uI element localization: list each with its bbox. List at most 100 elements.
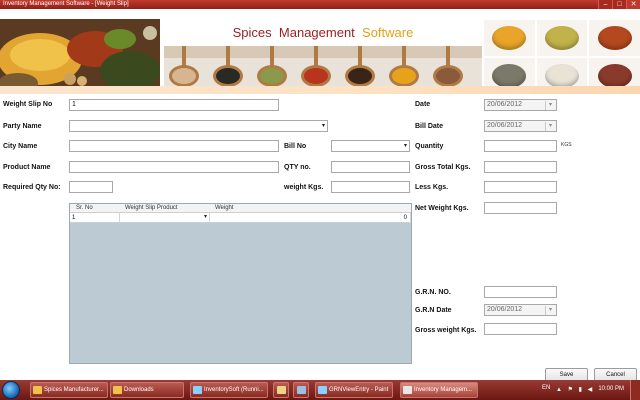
calendar-dropdown-icon[interactable]: ▾ bbox=[545, 306, 555, 315]
cell-weight[interactable]: 0 bbox=[210, 213, 411, 223]
spice-powder bbox=[544, 64, 579, 88]
weight-slip-no-input[interactable]: 1 bbox=[69, 99, 279, 111]
spice-powder bbox=[597, 26, 632, 50]
gross-total-label: Gross Total Kgs. bbox=[415, 164, 471, 171]
calendar-dropdown-icon[interactable]: ▾ bbox=[545, 122, 555, 131]
cell-product-select[interactable]: ▾ bbox=[120, 213, 210, 223]
minimize-button[interactable]: – bbox=[598, 0, 612, 9]
taskbar-item-label: Inventory Managem... bbox=[414, 387, 473, 393]
taskbar-item-label: Downloads bbox=[124, 387, 154, 393]
taskbar-item-explorer[interactable] bbox=[273, 382, 289, 398]
browser-icon bbox=[33, 386, 42, 394]
chevron-down-icon: ▾ bbox=[203, 214, 207, 220]
window-title: Inventory Management Software - [Weight … bbox=[3, 1, 129, 7]
spices-photo-art bbox=[0, 19, 160, 95]
gross-weight-label: Gross weight Kgs. bbox=[415, 327, 477, 334]
brand-word-2: Management bbox=[278, 25, 355, 40]
column-header-product[interactable]: Weight Slip Product bbox=[125, 204, 178, 213]
date-label: Date bbox=[415, 101, 431, 108]
title-bar: Inventory Management Software - [Weight … bbox=[0, 0, 640, 9]
tray-icons[interactable]: ▲ ⚑ ▮ ◀ bbox=[556, 386, 594, 393]
brand-word-1: Spices bbox=[232, 25, 272, 40]
weight-kgs-input[interactable] bbox=[331, 181, 410, 193]
party-name-select[interactable]: ▾ bbox=[69, 120, 328, 132]
required-qty-input[interactable] bbox=[69, 181, 113, 193]
weight-slip-grid[interactable]: Sr. No Weight Slip Product Weight 1 ▾ 0 bbox=[69, 203, 412, 364]
party-name-label: Party Name bbox=[3, 123, 42, 130]
paint-icon bbox=[318, 386, 327, 394]
column-header-weight[interactable]: Weight bbox=[215, 204, 234, 213]
system-tray: EN ▲ ⚑ ▮ ◀ 10:00 PM bbox=[540, 380, 640, 400]
folder-icon bbox=[277, 386, 286, 394]
app-window-icon bbox=[403, 386, 412, 394]
bill-date-label: Bill Date bbox=[415, 123, 444, 130]
spice-bowl bbox=[484, 20, 535, 56]
bill-no-label: Bill No bbox=[284, 143, 307, 150]
language-indicator[interactable]: EN bbox=[542, 385, 550, 391]
net-weight-input[interactable] bbox=[484, 202, 557, 214]
product-name-input[interactable] bbox=[69, 161, 279, 173]
taskbar-item-label: InventorySoft (Runni... bbox=[204, 387, 264, 393]
date-picker[interactable]: 20/06/2012 ▾ bbox=[484, 99, 557, 111]
product-name-label: Product Name bbox=[3, 164, 51, 171]
net-weight-label: Net Weight Kgs. bbox=[415, 205, 469, 212]
maximize-button[interactable]: □ bbox=[612, 0, 626, 9]
taskbar: Spices Manufacturer... Downloads Invento… bbox=[0, 380, 640, 400]
window-controls: – □ ✕ bbox=[598, 0, 640, 9]
grn-date-value: 20/06/2012 bbox=[487, 306, 523, 313]
quantity-input[interactable] bbox=[484, 140, 557, 152]
taskbar-item-media[interactable] bbox=[293, 382, 309, 398]
grn-date-label: G.R.N Date bbox=[415, 307, 452, 314]
media-player-icon bbox=[297, 386, 306, 394]
grn-no-label: G.R.N. NO. bbox=[415, 289, 451, 296]
spice-powder bbox=[492, 64, 527, 88]
calendar-dropdown-icon[interactable]: ▾ bbox=[545, 101, 555, 110]
bill-no-select[interactable]: ▾ bbox=[331, 140, 410, 152]
visual-studio-icon bbox=[193, 386, 202, 394]
close-button[interactable]: ✕ bbox=[626, 0, 640, 9]
table-row[interactable]: 1 ▾ 0 bbox=[70, 213, 411, 223]
gross-total-input[interactable] bbox=[484, 161, 557, 173]
spice-bowls-grid bbox=[484, 20, 640, 94]
bill-date-value: 20/06/2012 bbox=[487, 122, 523, 129]
quantity-label: Quantity bbox=[415, 143, 444, 150]
taskbar-item-inventory-management[interactable]: Inventory Managem... bbox=[400, 382, 478, 398]
show-desktop-button[interactable] bbox=[630, 380, 640, 400]
spice-powder bbox=[544, 26, 579, 50]
column-header-sr-no[interactable]: Sr. No bbox=[76, 204, 93, 213]
taskbar-item-label: Spices Manufacturer... bbox=[44, 387, 104, 393]
qty-no-label: QTY no. bbox=[284, 164, 311, 171]
spices-photo bbox=[0, 19, 160, 95]
taskbar-item-paint[interactable]: GRNViewEntry - Paint bbox=[315, 382, 393, 398]
folder-icon bbox=[113, 386, 122, 394]
chevron-down-icon: ▾ bbox=[321, 123, 325, 129]
grn-date-picker[interactable]: 20/06/2012 ▾ bbox=[484, 304, 557, 316]
taskbar-item-inventorysoft[interactable]: InventorySoft (Runni... bbox=[190, 382, 268, 398]
cell-sr-no[interactable]: 1 bbox=[70, 213, 120, 223]
date-value: 20/06/2012 bbox=[487, 101, 523, 108]
grn-no-input[interactable] bbox=[484, 286, 557, 298]
brand-word-3: Software bbox=[362, 25, 414, 40]
spice-bowl bbox=[536, 20, 588, 56]
city-name-label: City Name bbox=[3, 143, 38, 150]
quantity-unit: KGS bbox=[561, 142, 572, 148]
less-kgs-input[interactable] bbox=[484, 181, 557, 193]
gross-weight-input[interactable] bbox=[484, 323, 557, 335]
start-button[interactable] bbox=[2, 381, 20, 399]
less-kgs-label: Less Kgs. bbox=[415, 184, 449, 191]
header-banner: Spices Management Software bbox=[0, 9, 640, 95]
taskbar-item-downloads[interactable]: Downloads bbox=[110, 382, 184, 398]
spice-powder bbox=[492, 26, 527, 50]
spice-powder bbox=[597, 64, 632, 88]
clock[interactable]: 10:00 PM bbox=[598, 386, 624, 392]
taskbar-item-spices[interactable]: Spices Manufacturer... bbox=[30, 382, 108, 398]
city-name-input[interactable] bbox=[69, 140, 279, 152]
qty-no-input[interactable] bbox=[331, 161, 410, 173]
required-qty-label: Required Qty No: bbox=[3, 184, 61, 191]
grid-header: Sr. No Weight Slip Product Weight bbox=[70, 204, 411, 213]
brand-title: Spices Management Software bbox=[164, 22, 482, 44]
weight-slip-no-label: Weight Slip No bbox=[3, 101, 53, 108]
chevron-down-icon: ▾ bbox=[403, 143, 407, 149]
bill-date-picker[interactable]: 20/06/2012 ▾ bbox=[484, 120, 557, 132]
weight-kgs-label: weight Kgs. bbox=[284, 184, 324, 191]
